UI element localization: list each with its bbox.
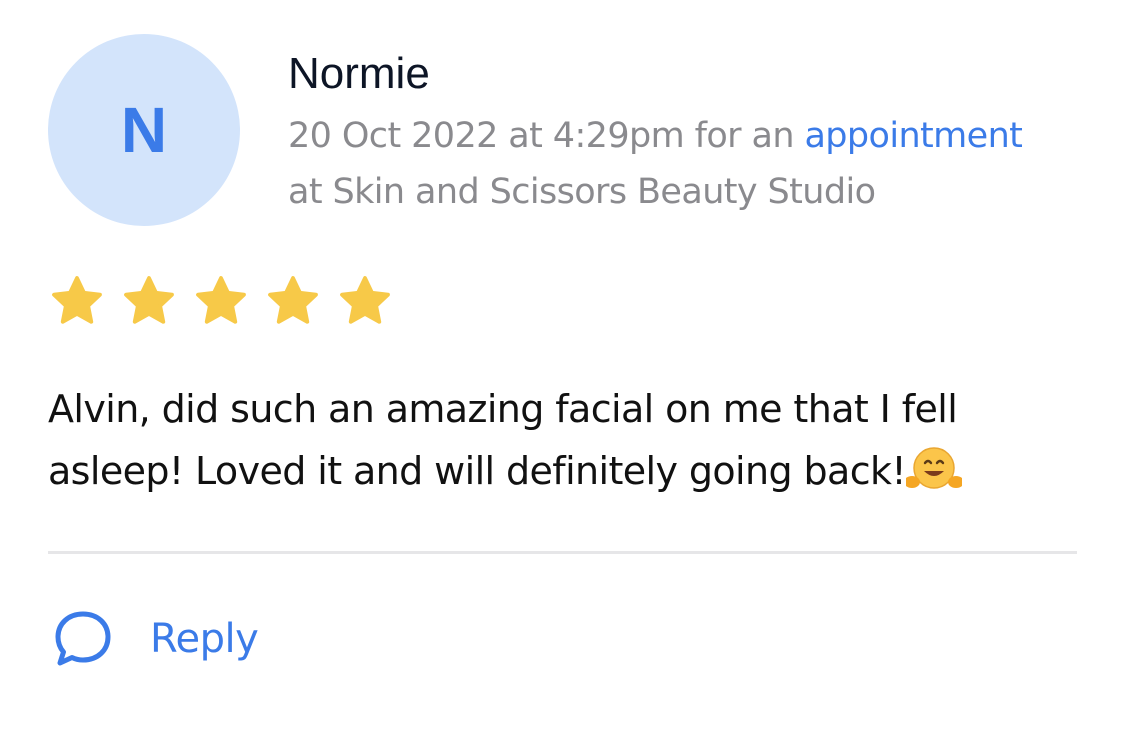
reply-button[interactable]: Reply xyxy=(52,608,259,670)
star-icon xyxy=(48,272,106,330)
reviewer-name: Normie xyxy=(288,49,430,98)
divider xyxy=(48,551,1077,554)
star-icon xyxy=(336,272,394,330)
avatar-initial: N xyxy=(120,94,168,166)
review-body: Alvin, did such an amazing facial on me … xyxy=(48,378,1088,502)
star-icon xyxy=(264,272,322,330)
reply-label: Reply xyxy=(150,616,259,662)
review-date: 20 Oct 2022 at 4:29pm for an xyxy=(288,116,805,156)
hugging-face-emoji-icon xyxy=(904,444,965,494)
star-icon xyxy=(192,272,250,330)
speech-bubble-icon xyxy=(52,608,114,670)
star-icon xyxy=(120,272,178,330)
review-text: Alvin, did such an amazing facial on me … xyxy=(48,387,958,493)
venue-line: at Skin and Scissors Beauty Studio xyxy=(288,172,876,212)
avatar: N xyxy=(48,34,240,226)
star-rating xyxy=(48,272,394,330)
appointment-link[interactable]: appointment xyxy=(804,116,1022,156)
review-meta: 20 Oct 2022 at 4:29pm for an appointment… xyxy=(288,108,1078,220)
